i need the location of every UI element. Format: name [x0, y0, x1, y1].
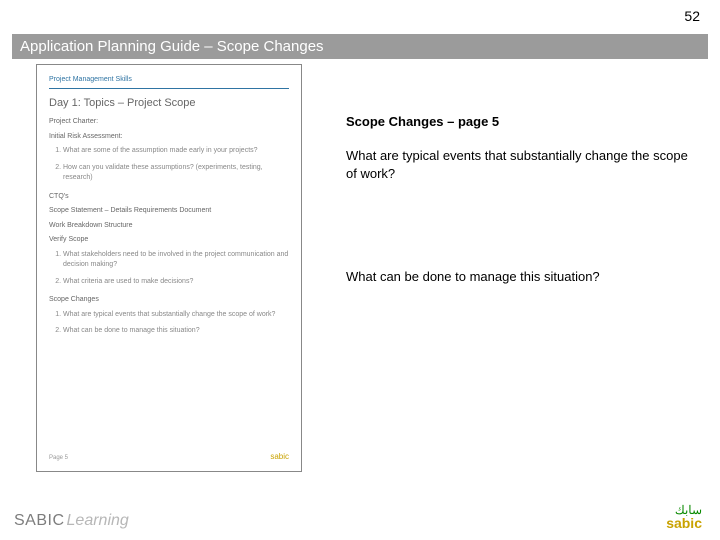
preview-charter: Project Charter:: [49, 117, 289, 128]
preview-footer: Page 5 sabic: [49, 451, 289, 463]
preview-page-label: Page 5: [49, 454, 68, 463]
preview-verify: Verify Scope: [49, 235, 289, 246]
preview-vq2: What criteria are used to make decisions…: [63, 277, 289, 288]
title-bar: Application Planning Guide – Scope Chang…: [12, 34, 708, 59]
preview-mini-logo: sabic: [270, 451, 289, 463]
preview-q1: What are some of the assumption made ear…: [63, 146, 289, 157]
preview-sc2: What can be done to manage this situatio…: [63, 326, 289, 337]
preview-ira: Initial Risk Assessment:: [49, 132, 289, 143]
preview-q2: How can you validate these assumptions? …: [63, 163, 289, 184]
preview-vq1: What stakeholders need to be involved in…: [63, 250, 289, 271]
preview-risk-questions: What are some of the assumption made ear…: [63, 146, 289, 184]
preview-ctq: CTQ's: [49, 192, 289, 203]
right-column: Scope Changes – page 5 What are typical …: [346, 114, 696, 372]
brand-sabic: SABIC: [14, 512, 65, 530]
page-number: 52: [684, 8, 700, 24]
preview-sc1: What are typical events that substantial…: [63, 310, 289, 321]
preview-rule: [49, 88, 289, 89]
preview-header: Project Management Skills: [49, 75, 289, 86]
preview-wbs: Work Breakdown Structure: [49, 221, 289, 232]
question-1: What are typical events that substantial…: [346, 147, 696, 182]
preview-verify-questions: What stakeholders need to be involved in…: [63, 250, 289, 288]
preview-scope-changes: Scope Changes: [49, 295, 289, 306]
brand-learning: Learning: [67, 512, 129, 530]
question-2: What can be done to manage this situatio…: [346, 268, 696, 286]
page-preview: Project Management Skills Day 1: Topics …: [36, 64, 302, 472]
right-heading: Scope Changes – page 5: [346, 114, 696, 129]
preview-day-title: Day 1: Topics – Project Scope: [49, 95, 289, 112]
footer-right-logo: سابك sabic: [666, 504, 702, 530]
brand-english: sabic: [666, 516, 702, 530]
preview-scope-change-questions: What are typical events that substantial…: [63, 310, 289, 337]
slide: 52 Application Planning Guide – Scope Ch…: [0, 0, 720, 540]
preview-scope-stmt: Scope Statement – Details Requirements D…: [49, 206, 289, 217]
footer-left-logo: SABIC Learning: [14, 512, 129, 530]
